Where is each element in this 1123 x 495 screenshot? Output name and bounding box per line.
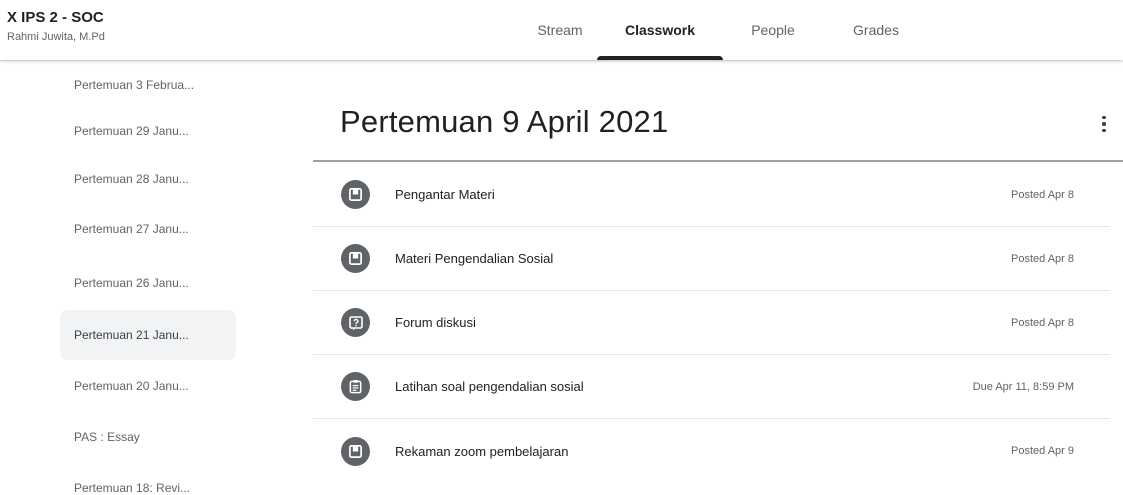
sidebar-item-topic[interactable]: Pertemuan 20 Janu... [60, 361, 236, 411]
classwork-item-title: Materi Pengendalian Sosial [395, 251, 554, 266]
topic-title: Pertemuan 9 April 2021 [340, 104, 669, 139]
tab-classwork-label: Classwork [624, 22, 696, 38]
material-icon [341, 436, 370, 466]
tab-classwork[interactable]: Classwork [597, 0, 723, 60]
class-title[interactable]: X IPS 2 - SOC [7, 9, 104, 26]
classwork-item-status: Posted Apr 8 [1011, 188, 1074, 201]
classwork-item[interactable]: Forum diskusi Posted Apr 8 [313, 291, 1110, 355]
topic-sidebar: Pertemuan 3 Februa... Pertemuan 29 Janu.… [0, 60, 250, 495]
sidebar-item-label: Pertemuan 27 Janu... [74, 222, 189, 236]
more-vert-icon[interactable] [1092, 112, 1116, 136]
question-icon [341, 308, 370, 337]
classwork-item-status: Posted Apr 8 [1011, 316, 1074, 329]
sidebar-item-topic[interactable]: Pertemuan 27 Janu... [60, 204, 236, 254]
tab-grades-label: Grades [853, 22, 899, 38]
material-icon [341, 244, 370, 273]
sidebar-item-topic[interactable]: PAS : Essay [60, 412, 236, 462]
tab-grades[interactable]: Grades [836, 0, 916, 60]
classwork-item-title: Latihan soal pengendalian sosial [395, 379, 584, 394]
tab-people[interactable]: People [733, 0, 813, 60]
topic-divider [313, 160, 1123, 162]
tab-stream[interactable]: Stream [510, 0, 610, 60]
sidebar-item-topic[interactable]: Pertemuan 18: Revi... [60, 463, 236, 495]
classwork-item[interactable]: Pengantar Materi Posted Apr 8 [313, 163, 1110, 227]
sidebar-item-label: Pertemuan 28 Janu... [74, 172, 189, 186]
top-app-bar: X IPS 2 - SOC Rahmi Juwita, M.Pd Stream … [0, 0, 1123, 60]
classwork-item[interactable]: Materi Pengendalian Sosial Posted Apr 8 [313, 227, 1110, 291]
classwork-item[interactable]: Rekaman zoom pembelajaran Posted Apr 9 [313, 419, 1110, 483]
material-icon [341, 180, 370, 209]
sidebar-item-topic[interactable]: Pertemuan 28 Janu... [60, 154, 236, 204]
sidebar-item-label: Pertemuan 26 Janu... [74, 276, 189, 290]
classwork-item-title: Pengantar Materi [395, 187, 495, 202]
classwork-item-status: Due Apr 11, 8:59 PM [972, 380, 1074, 393]
tab-people-label: People [751, 22, 795, 38]
classwork-item-title: Rekaman zoom pembelajaran [395, 443, 569, 459]
sidebar-item-topic-selected[interactable]: Pertemuan 21 Janu... [60, 310, 236, 360]
classwork-item[interactable]: Latihan soal pengendalian sosial Due Apr… [313, 355, 1110, 419]
sidebar-item-topic[interactable]: Pertemuan 26 Janu... [60, 258, 236, 308]
sidebar-item-label: Pertemuan 29 Janu... [74, 124, 189, 138]
classwork-item-status: Posted Apr 9 [1011, 445, 1074, 457]
sidebar-item-label: Pertemuan 18: Revi... [74, 481, 191, 495]
active-tab-indicator [597, 56, 723, 60]
classwork-item-status: Posted Apr 8 [1011, 252, 1074, 265]
sidebar-item-label: Pertemuan 20 Janu... [74, 379, 189, 393]
sidebar-item-label: Pertemuan 3 Februa... [74, 78, 195, 92]
sidebar-item-topic[interactable]: Pertemuan 3 Februa... [60, 60, 236, 110]
sidebar-item-label: Pertemuan 21 Janu... [74, 328, 189, 342]
sidebar-item-label: PAS : Essay [74, 430, 140, 444]
sidebar-item-topic[interactable]: Pertemuan 29 Janu... [60, 106, 236, 156]
teacher-name: Rahmi Juwita, M.Pd [7, 31, 105, 43]
tab-stream-label: Stream [537, 22, 583, 38]
assignment-icon [341, 372, 370, 401]
classwork-item-title: Forum diskusi [395, 315, 476, 330]
